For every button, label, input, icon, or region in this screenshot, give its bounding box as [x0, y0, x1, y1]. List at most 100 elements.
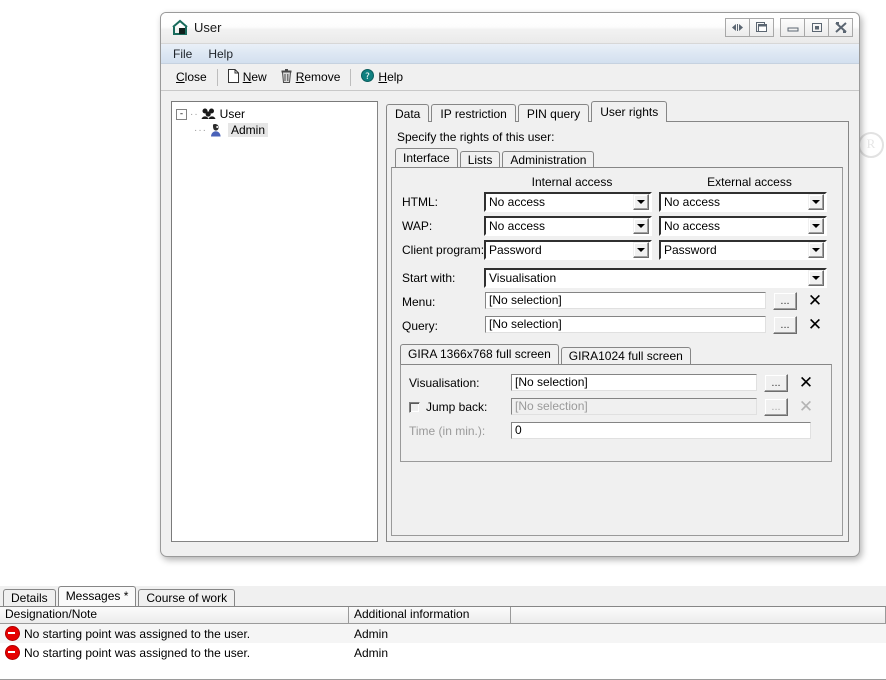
row-additional-information: Admin: [349, 646, 511, 660]
jump-back-checkbox[interactable]: [409, 402, 420, 413]
screen-tab-1366[interactable]: GIRA 1366x768 full screen: [400, 344, 559, 364]
close-button[interactable]: Close: [169, 68, 214, 86]
close-icon[interactable]: [828, 18, 853, 37]
chevron-down-icon[interactable]: [633, 242, 649, 258]
help-button[interactable]: ? Help: [354, 67, 410, 87]
user-window: User File Help Close: [160, 12, 860, 557]
client-external-combo[interactable]: Password: [659, 240, 827, 260]
row-time-label: Time (in min.):: [409, 421, 485, 441]
menu-file[interactable]: File: [173, 47, 192, 61]
toolbar: Close New Remove ? Help: [161, 64, 859, 91]
query-browse-button[interactable]: ...: [773, 316, 797, 334]
dock-tab-details[interactable]: Details: [3, 589, 56, 606]
tree-item-label: Admin: [228, 123, 268, 137]
dock-button[interactable]: [749, 18, 774, 37]
header-additional-information[interactable]: Additional information: [349, 607, 511, 623]
client-internal-combo[interactable]: Password: [484, 240, 652, 260]
title-bar: User: [161, 13, 859, 44]
panel-hint: Specify the rights of this user:: [397, 130, 554, 144]
trash-icon: [281, 69, 292, 86]
row-menu-label: Menu:: [402, 292, 435, 312]
window-title: User: [194, 20, 221, 35]
restore-pane-button[interactable]: [725, 18, 750, 37]
visualisation-clear-button[interactable]: ✕: [795, 373, 817, 393]
user-icon: [209, 123, 224, 137]
start-with-value: Visualisation: [486, 271, 808, 285]
subtab-administration[interactable]: Administration: [502, 151, 594, 168]
wap-external-value: No access: [661, 219, 808, 233]
jump-back-clear-button: ✕: [795, 397, 817, 417]
chevron-down-icon[interactable]: [633, 194, 649, 210]
window-body: - ·· User ··· Admin Data IP restriction …: [161, 89, 859, 556]
column-internal-access: Internal access: [487, 175, 657, 189]
label-jump-back: Jump back:: [426, 400, 487, 414]
window-controls: [725, 18, 853, 37]
wap-internal-value: No access: [486, 219, 633, 233]
interface-panel: Internal access External access HTML: No…: [391, 167, 843, 536]
background-watermark-icon: R: [858, 132, 884, 158]
row-wap-label: WAP:: [402, 216, 432, 236]
wap-internal-combo[interactable]: No access: [484, 216, 652, 236]
group-icon: [201, 107, 216, 121]
header-designation[interactable]: Designation/Note: [0, 607, 349, 623]
tree-item-admin[interactable]: ··· Admin: [172, 122, 377, 138]
subtab-lists[interactable]: Lists: [460, 151, 501, 168]
row-html-label: HTML:: [402, 192, 438, 212]
html-external-value: No access: [661, 195, 808, 209]
label-query: Query:: [402, 319, 438, 333]
maximize-button[interactable]: [804, 18, 829, 37]
menu-help[interactable]: Help: [208, 47, 233, 61]
menu-bar: File Help: [161, 44, 859, 64]
interface-tabs: Interface Lists Administration: [395, 148, 596, 168]
label-client-program: Client program:: [402, 243, 484, 257]
header-filler: [511, 607, 886, 623]
tree-line: ···: [194, 125, 207, 136]
expander-icon[interactable]: -: [176, 109, 187, 120]
help-circle-icon: ?: [361, 69, 374, 85]
visualisation-input[interactable]: [No selection]: [511, 374, 757, 391]
wap-external-combo[interactable]: No access: [659, 216, 827, 236]
menu-clear-button[interactable]: ✕: [804, 291, 826, 311]
subtab-interface[interactable]: Interface: [395, 148, 458, 168]
start-with-combo[interactable]: Visualisation: [484, 268, 827, 288]
dock-tabs: Details Messages * Course of work: [0, 586, 886, 606]
minimize-button[interactable]: [780, 18, 805, 37]
user-tree[interactable]: - ·· User ··· Admin: [171, 101, 378, 542]
user-rights-panel: Specify the rights of this user: Interfa…: [386, 121, 849, 542]
tab-data[interactable]: Data: [386, 104, 429, 122]
time-input: 0: [511, 422, 811, 439]
query-input[interactable]: [No selection]: [485, 316, 766, 333]
visualisation-browse-button[interactable]: ...: [764, 374, 788, 392]
row-query-label: Query:: [402, 316, 438, 336]
tab-user-rights[interactable]: User rights: [591, 101, 667, 122]
error-icon: [5, 626, 20, 641]
error-icon: [5, 645, 20, 660]
dock-tab-course-of-work[interactable]: Course of work: [138, 589, 235, 606]
new-button[interactable]: New: [221, 67, 274, 88]
column-external-access: External access: [662, 175, 837, 189]
html-external-combo[interactable]: No access: [659, 192, 827, 212]
screen-panel: Visualisation: [No selection] ... ✕ Jump…: [400, 364, 832, 462]
label-wap: WAP:: [402, 219, 432, 233]
table-row[interactable]: No starting point was assigned to the us…: [0, 624, 886, 643]
remove-button[interactable]: Remove: [274, 67, 348, 88]
chevron-down-icon[interactable]: [808, 194, 824, 210]
chevron-down-icon[interactable]: [808, 270, 824, 286]
chevron-down-icon[interactable]: [808, 242, 824, 258]
toolbar-separator: [217, 69, 218, 86]
tab-ip-restriction[interactable]: IP restriction: [431, 104, 515, 122]
chevron-down-icon[interactable]: [633, 218, 649, 234]
html-internal-value: No access: [486, 195, 633, 209]
toolbar-separator: [350, 69, 351, 86]
html-internal-combo[interactable]: No access: [484, 192, 652, 212]
menu-browse-button[interactable]: ...: [773, 292, 797, 310]
table-row[interactable]: No starting point was assigned to the us…: [0, 643, 886, 662]
tab-pin-query[interactable]: PIN query: [518, 104, 589, 122]
page-icon: [228, 69, 239, 86]
chevron-down-icon[interactable]: [808, 218, 824, 234]
tree-root-user[interactable]: - ·· User: [172, 106, 377, 122]
query-clear-button[interactable]: ✕: [804, 315, 826, 335]
dock-tab-messages[interactable]: Messages *: [58, 586, 137, 606]
screen-tab-1024[interactable]: GIRA1024 full screen: [561, 347, 691, 364]
menu-input[interactable]: [No selection]: [485, 292, 766, 309]
